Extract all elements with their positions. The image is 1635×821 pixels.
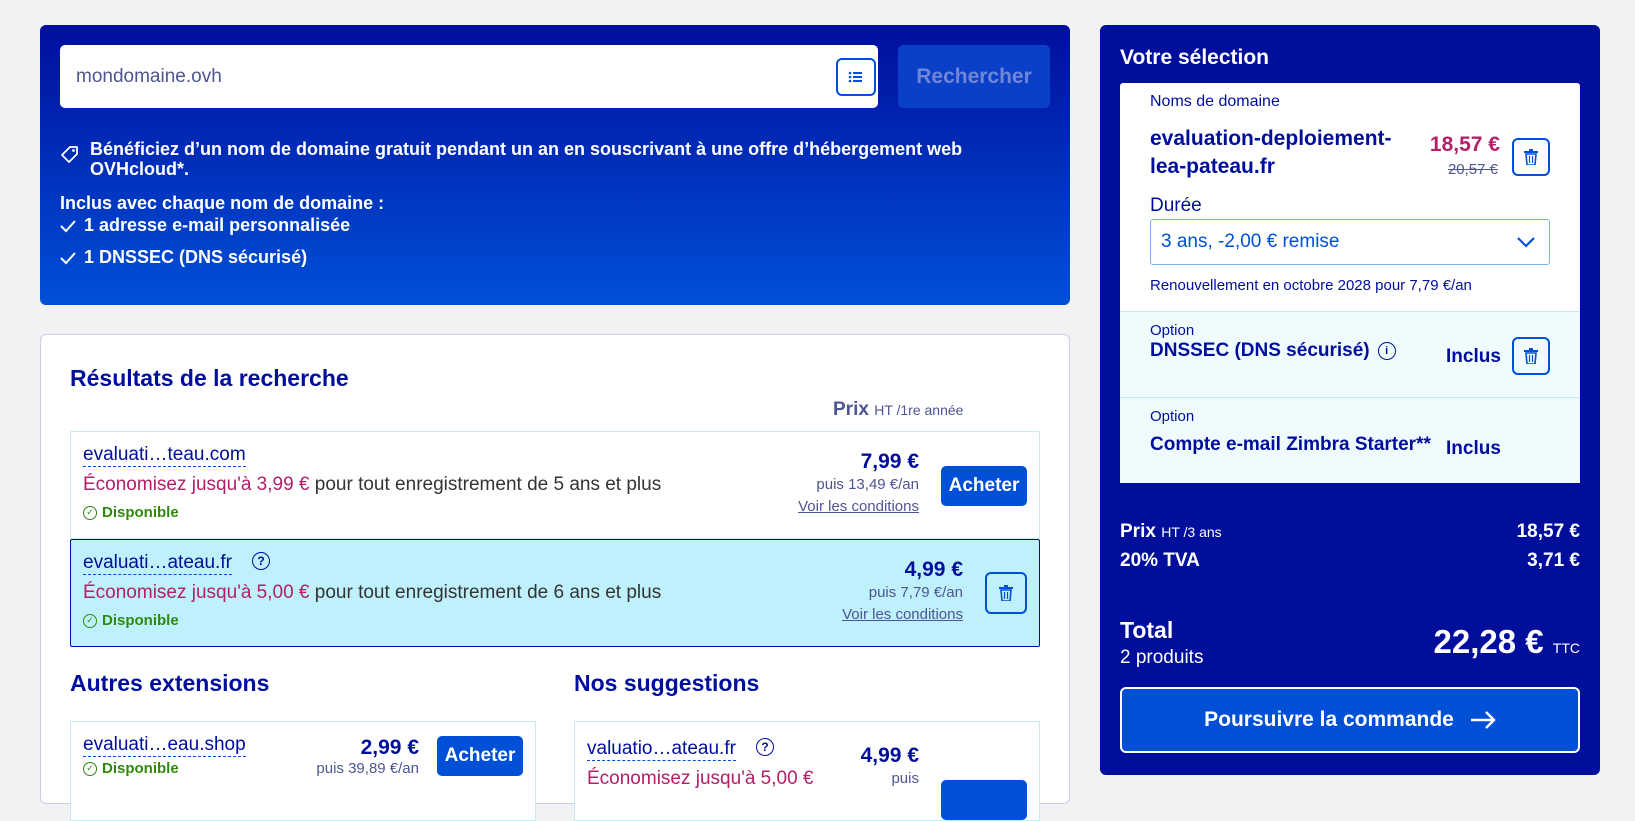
check-circle-icon: ✓: [83, 613, 97, 628]
search-button[interactable]: Rechercher: [898, 45, 1050, 108]
remove-domain-button[interactable]: [1512, 138, 1550, 176]
continue-order-button[interactable]: Poursuivre la commande: [1120, 687, 1580, 753]
buy-button[interactable]: Acheter: [941, 466, 1027, 506]
remove-button[interactable]: [985, 572, 1027, 614]
savings-text: Économisez jusqu'à 3,99 € pour tout enre…: [83, 474, 662, 495]
info-icon[interactable]: i: [1377, 342, 1396, 360]
duration-value: 3 ans, -2,00 € remise: [1161, 231, 1340, 252]
availability-status: ✓ Disponible: [83, 612, 179, 629]
renewal-price: puis 39,89 €/an: [316, 760, 419, 777]
search-results: Résultats de la recherche Prix HT /1re a…: [40, 334, 1070, 821]
conditions-link[interactable]: Voir les conditions: [798, 498, 919, 515]
check-icon: [60, 219, 76, 232]
suggestion-card: valuatio…ateau.fr ? Économisez jusqu'à 5…: [574, 721, 1040, 821]
domain-search-input[interactable]: mondomaine.ovh: [60, 45, 878, 108]
search-input-value[interactable]: mondomaine.ovh: [76, 66, 836, 88]
selected-domain-name: evaluation-deploiement- lea-pateau.fr: [1150, 127, 1392, 178]
help-icon[interactable]: ?: [756, 738, 774, 756]
selected-domain-old-price: 20,57 €: [1447, 161, 1498, 178]
selection-title: Votre sélection: [1120, 46, 1269, 69]
included-title: Inclus avec chaque nom de domaine :: [60, 193, 385, 213]
renewal-price: puis: [891, 770, 919, 787]
option-status: Inclus: [1446, 346, 1501, 367]
conditions-link[interactable]: Voir les conditions: [842, 606, 963, 623]
search-hero: mondomaine.ovh Rechercher Bénéficiez d’u…: [40, 25, 1070, 305]
availability-status: ✓ Disponible: [83, 760, 179, 777]
vat-summary-row: 20% TVA 3,71 €: [1120, 550, 1580, 571]
included-item: 1 adresse e-mail personnalisée: [60, 215, 350, 236]
price-summary-value: 18,57 €: [1516, 521, 1580, 542]
results-title: Résultats de la recherche: [70, 365, 349, 391]
result-row-selected: evaluati…ateau.fr ? Économisez jusqu'à 5…: [70, 539, 1040, 647]
renewal-price: puis 13,49 €/an: [816, 476, 919, 493]
list-icon: [848, 71, 862, 82]
check-icon: [60, 251, 76, 264]
renewal-info: Renouvellement en octobre 2028 pour 7,79…: [1150, 277, 1472, 294]
tag-icon: [61, 146, 78, 163]
domain-name-link[interactable]: valuatio…ateau.fr: [587, 738, 736, 761]
selected-domain-price: 18,57 €: [1429, 133, 1500, 156]
price: 7,99 €: [860, 450, 919, 473]
savings-text: Économisez jusqu'à 5,00 €: [587, 768, 814, 789]
option-email: Option Compte e-mail Zimbra Starter** In…: [1120, 397, 1580, 483]
trash-icon: [1524, 149, 1538, 165]
option-label: Option: [1150, 408, 1195, 425]
domain-name-link[interactable]: evaluati…teau.com: [83, 444, 246, 467]
renewal-price: puis 7,79 €/an: [868, 584, 963, 601]
option-name: Compte e-mail Zimbra Starter**: [1150, 434, 1431, 455]
buy-button[interactable]: [941, 780, 1027, 820]
check-circle-icon: ✓: [83, 505, 97, 520]
arrow-right-icon: [1470, 711, 1496, 729]
duration-select[interactable]: 3 ans, -2,00 € remise: [1150, 219, 1550, 265]
availability-status: ✓ Disponible: [83, 504, 179, 521]
price: 4,99 €: [904, 558, 963, 581]
bulk-search-button[interactable]: [836, 57, 876, 96]
extension-card: evaluati…eau.shop ✓ Disponible 2,99 € pu…: [70, 721, 536, 821]
duration-label: Durée: [1150, 195, 1202, 216]
total-count: 2 produits: [1120, 647, 1204, 668]
price-column-header: Prix HT /1re année: [833, 399, 964, 420]
savings-text: Économisez jusqu'à 5,00 € pour tout enre…: [83, 582, 662, 603]
selection-panel: Votre sélection Noms de domaine evaluati…: [1100, 25, 1600, 775]
promo-text: Bénéficiez d’un nom de domaine gratuit p…: [90, 139, 963, 179]
domain-section-label: Noms de domaine: [1150, 93, 1280, 110]
result-row: evaluati…teau.com Économisez jusqu'à 3,9…: [70, 431, 1040, 539]
price-summary-row: Prix HT /3 ans 18,57 €: [1120, 521, 1580, 542]
included-item: 1 DNSSEC (DNS sécurisé): [60, 247, 307, 268]
option-label: Option: [1150, 322, 1195, 339]
price: 2,99 €: [360, 736, 419, 759]
suggestions-title: Nos suggestions: [574, 670, 760, 696]
option-dnssec: Option DNSSEC (DNS sécurisé) i Inclus: [1120, 311, 1580, 397]
trash-icon: [1524, 348, 1538, 364]
help-icon[interactable]: ?: [252, 552, 270, 570]
remove-option-button[interactable]: [1512, 337, 1550, 375]
total-value: 22,28 € TTC: [1433, 623, 1581, 660]
trash-icon: [999, 585, 1013, 601]
vat-value: 3,71 €: [1527, 550, 1580, 571]
promo-banner: Bénéficiez d’un nom de domaine gratuit p…: [60, 139, 1020, 179]
total-label: Total: [1120, 617, 1174, 643]
chevron-down-icon: [1517, 236, 1535, 248]
domain-name-link[interactable]: evaluati…eau.shop: [83, 734, 246, 757]
option-status: Inclus: [1446, 438, 1501, 459]
other-extensions-title: Autres extensions: [70, 670, 270, 696]
price: 4,99 €: [860, 744, 919, 767]
check-circle-icon: ✓: [83, 761, 97, 776]
domain-name-link[interactable]: evaluati…ateau.fr: [83, 552, 232, 575]
option-name: DNSSEC (DNS sécurisé) i: [1150, 340, 1396, 362]
selection-card: Noms de domaine evaluation-deploiement- …: [1120, 83, 1580, 483]
buy-button[interactable]: Acheter: [437, 736, 523, 776]
